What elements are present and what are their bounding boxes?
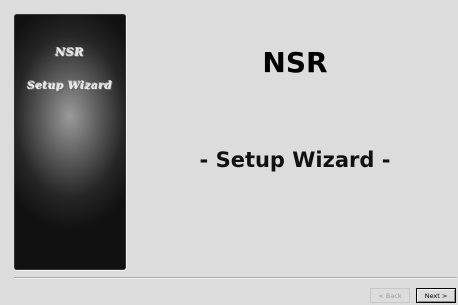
page-title: NSR [262, 46, 328, 79]
banner-wizard-label: Setup Wizard [27, 80, 113, 92]
back-button[interactable]: < Back [370, 288, 410, 303]
setup-wizard-window: NSR Setup Wizard NSR - Setup Wizard - < … [0, 0, 458, 305]
page-subtitle: - Setup Wizard - [199, 148, 391, 172]
button-bar-separator [14, 277, 457, 279]
next-button[interactable]: Next > [416, 288, 456, 303]
wizard-side-banner: NSR Setup Wizard [14, 14, 126, 270]
banner-product-name: NSR [55, 46, 85, 59]
